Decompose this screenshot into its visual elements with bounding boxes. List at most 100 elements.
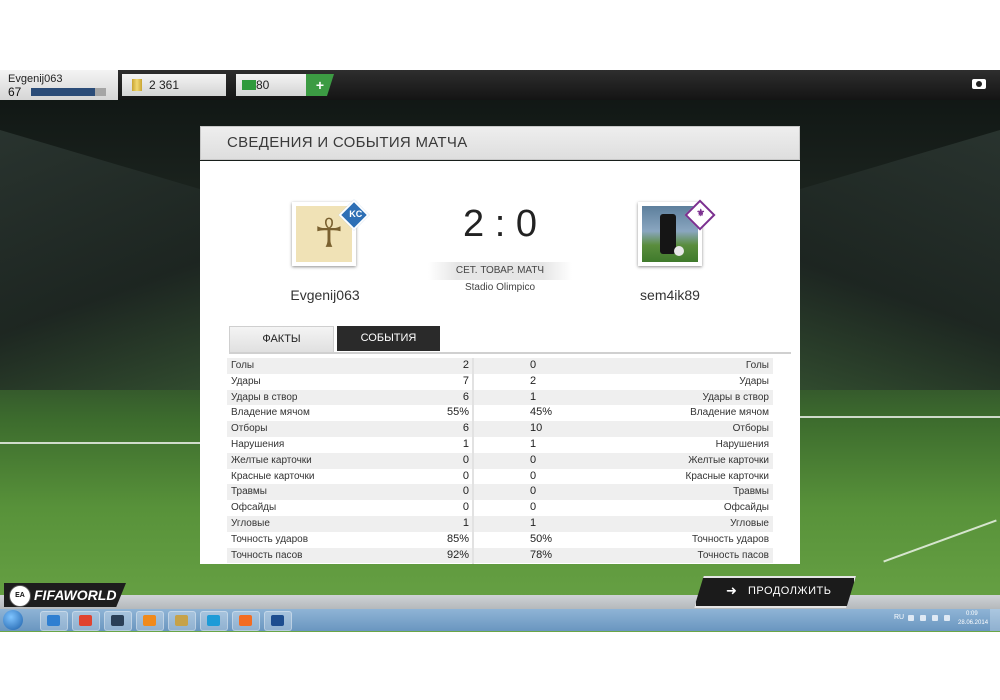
volume-icon[interactable] (920, 615, 926, 621)
away-team-name: sem4ik89 (640, 287, 700, 303)
match-score: 2 : 0 (463, 203, 537, 245)
xp-progress-bar (31, 88, 106, 96)
skype-icon[interactable] (200, 611, 228, 631)
stadium-stand-right (780, 130, 1000, 390)
stat-value-away: 0 (530, 485, 537, 498)
stat-row: Голы 2 0 Голы (227, 358, 773, 374)
stat-label-home: Точность пасов (231, 549, 303, 561)
stat-value-away: 10 (530, 422, 543, 435)
show-desktop-button[interactable] (990, 609, 1000, 631)
stat-label-home: Владение мячом (231, 407, 310, 419)
stat-value-home: 6 (462, 422, 469, 435)
origin-icon[interactable] (232, 611, 260, 631)
stat-row: Угловые 1 1 Угловые (227, 515, 773, 532)
clock-date[interactable]: 28.06.2014 (958, 620, 988, 626)
stat-row: Удары 7 2 Удары (227, 374, 773, 390)
stat-row: Отборы 6 10 Отборы (227, 421, 773, 437)
panel-title: СВЕДЕНИЯ И СОБЫТИЯ МАТЧА (227, 134, 468, 151)
ie-icon-glyph (47, 615, 60, 626)
system-tray-icons[interactable] (906, 614, 952, 624)
player-level: 67 (8, 85, 22, 99)
stat-value-away: 1 (530, 390, 537, 403)
home-club-badge-text: KC (349, 208, 363, 219)
coins-icon (132, 79, 142, 91)
player-profile[interactable]: Evgenij063 67 (0, 70, 118, 100)
stat-label-away: Отборы (732, 423, 769, 435)
add-points-button[interactable]: + (306, 74, 334, 96)
fifa-world-logo: EA SPORTS FIFAWORLD (4, 583, 126, 607)
fleur-de-lis-icon: ⚜ (696, 208, 706, 220)
language-indicator[interactable]: RU (894, 614, 904, 621)
arrow-right-icon: ➜ (726, 584, 737, 599)
stat-label-away: Владение мячом (690, 407, 769, 419)
stat-label-home: Удары в створ (231, 391, 298, 403)
game-icon-glyph (175, 615, 188, 626)
stat-row: Удары в створ 6 1 Удары в створ (227, 389, 773, 406)
start-button[interactable] (3, 610, 23, 630)
points-display: 80 (236, 74, 312, 96)
monitor-icon[interactable] (104, 611, 132, 631)
stat-value-away: 0 (530, 501, 537, 514)
stat-value-away: 45% (530, 406, 553, 419)
stat-label-away: Желтые карточки (688, 454, 769, 466)
stat-row: Офсайды 0 0 Офсайды (227, 500, 773, 516)
stat-value-home: 2 (462, 359, 469, 371)
tab-events[interactable]: СОБЫТИЯ (337, 326, 440, 351)
skype-icon-glyph (207, 615, 220, 626)
stat-row: Нарушения 1 1 Нарушения (227, 437, 773, 453)
brand-name: FIFAWORLD (34, 587, 117, 603)
stat-value-away: 2 (530, 374, 537, 387)
stat-label-home: Отборы (231, 423, 268, 435)
media-player-icon[interactable] (136, 611, 164, 631)
chrome-icon-glyph (79, 615, 92, 626)
game-icon[interactable] (168, 611, 196, 631)
origin-icon-glyph (239, 615, 252, 626)
pitch-line (0, 442, 210, 444)
pitch-line (883, 519, 997, 563)
network-icon[interactable] (908, 615, 914, 621)
top-bar: Evgenij063 67 2 361 80 + (0, 70, 1000, 100)
stat-value-away: 0 (530, 469, 537, 482)
stat-label-away: Нарушения (715, 438, 769, 450)
stat-row: Точность пасов 92% 78% Точность пасов (227, 547, 773, 564)
chrome-icon[interactable] (72, 611, 100, 631)
power-icon[interactable] (944, 615, 950, 621)
stat-value-away: 1 (530, 437, 537, 450)
stat-value-home: 6 (462, 390, 469, 403)
stadium-name: Stadio Olimpico (464, 282, 536, 293)
clock-time[interactable]: 0:09 (966, 611, 978, 617)
fifa-world-icon[interactable] (264, 611, 292, 631)
stat-label-home: Желтые карточки (231, 454, 312, 466)
stat-label-away: Удары в створ (702, 391, 770, 403)
ie-icon[interactable] (40, 611, 68, 631)
ball-icon (674, 246, 684, 256)
continue-button-label: ПРОДОЛЖИТЬ (748, 585, 832, 597)
stat-label-away: Угловые (730, 517, 769, 529)
stats-divider (472, 358, 474, 564)
stat-label-away: Точность пасов (697, 549, 770, 561)
stat-label-away: Красные карточки (685, 470, 769, 482)
stat-label-home: Точность ударов (231, 533, 309, 545)
bottom-bar (0, 595, 1000, 609)
stat-value-home: 1 (462, 516, 469, 529)
stat-label-home: Голы (231, 360, 255, 371)
stat-label-away: Травмы (733, 486, 769, 498)
fifa-world-icon-glyph (271, 615, 284, 626)
stat-label-away: Голы (745, 360, 769, 371)
stat-row: Точность ударов 85% 50% Точность ударов (227, 532, 773, 548)
stat-value-away: 1 (530, 516, 537, 529)
stat-row: Красные карточки 0 0 Красные карточки (227, 469, 773, 485)
stat-label-home: Офсайды (231, 502, 277, 514)
tab-facts[interactable]: ФАКТЫ (229, 326, 334, 352)
camera-icon[interactable] (972, 79, 986, 89)
flag-icon[interactable] (932, 615, 938, 621)
continue-button[interactable]: ➜ ПРОДОЛЖИТЬ (694, 576, 856, 608)
stat-label-home: Угловые (231, 517, 270, 529)
pitch-line (800, 416, 1000, 418)
panel-header: СВЕДЕНИЯ И СОБЫТИЯ МАТЧА (200, 126, 800, 160)
windows-taskbar: RU 0:09 28.06.2014 (0, 609, 1000, 631)
game-window: Evgenij063 67 2 361 80 + СВЕДЕНИЯ И СОБЫ… (0, 70, 1000, 632)
stat-value-home: 55% (446, 406, 469, 419)
stat-value-home: 85% (446, 532, 469, 545)
monitor-icon-glyph (111, 615, 124, 626)
